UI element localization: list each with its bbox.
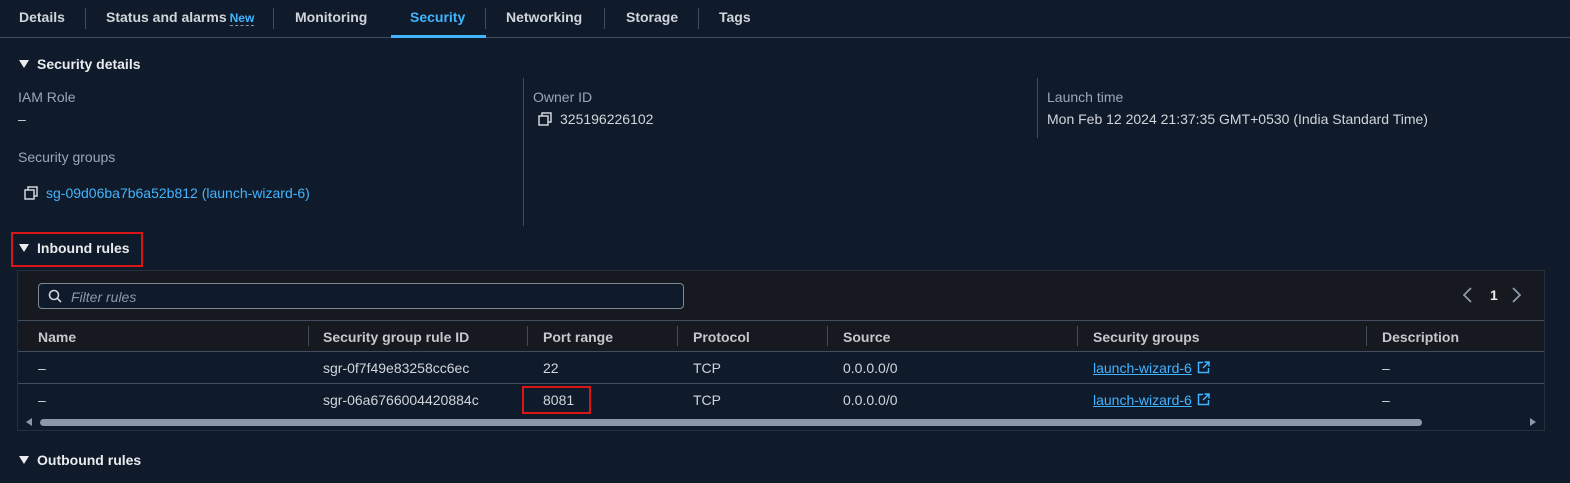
security-details-toggle[interactable]: Security details [19, 56, 141, 72]
tab-monitoring[interactable]: Monitoring [295, 0, 367, 37]
tab-tags[interactable]: Tags [719, 0, 751, 37]
tab-security[interactable]: Security [390, 0, 487, 38]
horizontal-scrollbar[interactable] [22, 416, 1540, 428]
scroll-left-arrow-icon[interactable] [26, 418, 32, 426]
table-row: – sgr-06a6766004420884c 8081 TCP 0.0.0.0… [18, 384, 1544, 416]
launch-time-value: Mon Feb 12 2024 21:37:35 GMT+0530 (India… [1047, 111, 1428, 127]
tab-status-and-alarms[interactable]: Status and alarms New [106, 0, 255, 37]
security-details-title: Security details [37, 56, 141, 72]
highlight-port-8081 [522, 386, 591, 414]
tab-networking[interactable]: Networking [506, 0, 582, 37]
caret-down-icon [19, 60, 29, 68]
column-resizer[interactable] [308, 326, 309, 346]
external-link-icon[interactable] [1197, 361, 1210, 374]
tab-storage[interactable]: Storage [626, 0, 678, 37]
iam-role-value: – [18, 111, 26, 127]
chevron-left-icon[interactable] [1460, 285, 1476, 305]
pagination: 1 [1460, 285, 1524, 305]
tab-details[interactable]: Details [19, 0, 65, 37]
cell-protocol: TCP [693, 360, 721, 376]
cell-security-groups: launch-wizard-6 [1093, 392, 1210, 408]
copy-icon[interactable] [24, 186, 38, 200]
tab-status-label: Status and alarms [106, 9, 227, 25]
cell-rule-id: sgr-06a6766004420884c [323, 392, 479, 408]
outbound-rules-toggle[interactable]: Outbound rules [19, 452, 141, 468]
inbound-rules-table: 1 Name Security group rule ID Port range… [17, 270, 1545, 431]
page-number[interactable]: 1 [1490, 287, 1498, 303]
cell-security-groups: launch-wizard-6 [1093, 360, 1210, 376]
security-group-link[interactable]: launch-wizard-6 [1093, 360, 1192, 376]
external-link-icon[interactable] [1197, 393, 1210, 406]
col-port-range[interactable]: Port range [543, 329, 613, 345]
tab-divider [698, 8, 699, 29]
security-groups-value: sg-09d06ba7b6a52b812 (launch-wizard-6) [24, 185, 310, 201]
cell-port-range: 22 [543, 360, 559, 376]
owner-id-text: 325196226102 [560, 111, 654, 127]
cell-name: – [38, 360, 46, 376]
column-divider [1037, 78, 1038, 138]
col-security-groups[interactable]: Security groups [1093, 329, 1200, 345]
col-name[interactable]: Name [38, 329, 76, 345]
cell-source: 0.0.0.0/0 [843, 360, 898, 376]
scroll-right-arrow-icon[interactable] [1530, 418, 1536, 426]
launch-time-label: Launch time [1047, 89, 1124, 105]
cell-description: – [1382, 392, 1390, 408]
tab-divider [273, 8, 274, 29]
column-resizer[interactable] [1366, 326, 1367, 346]
tab-divider [604, 8, 605, 29]
tab-divider [485, 8, 486, 29]
column-resizer[interactable] [1077, 326, 1078, 346]
col-protocol[interactable]: Protocol [693, 329, 750, 345]
cell-protocol: TCP [693, 392, 721, 408]
column-resizer[interactable] [827, 326, 828, 346]
cell-source: 0.0.0.0/0 [843, 392, 898, 408]
table-header: Name Security group rule ID Port range P… [18, 320, 1544, 352]
table-row: – sgr-0f7f49e83258cc6ec 22 TCP 0.0.0.0/0… [18, 352, 1544, 384]
column-divider [523, 78, 524, 226]
outbound-rules-title: Outbound rules [37, 452, 142, 468]
col-source[interactable]: Source [843, 329, 890, 345]
owner-id-label: Owner ID [533, 89, 593, 105]
column-resizer[interactable] [677, 326, 678, 346]
iam-role-label: IAM Role [18, 89, 76, 105]
caret-down-icon [19, 456, 29, 464]
filter-box[interactable] [38, 283, 684, 309]
cell-rule-id: sgr-0f7f49e83258cc6ec [323, 360, 470, 376]
table-toolbar: 1 [18, 271, 1544, 320]
new-badge: New [229, 11, 255, 26]
tab-divider [85, 8, 86, 29]
scrollbar-thumb[interactable] [40, 419, 1422, 426]
owner-id-value: 325196226102 [538, 111, 653, 127]
cell-name: – [38, 392, 46, 408]
column-resizer[interactable] [527, 326, 528, 346]
filter-rules-input[interactable] [69, 286, 673, 308]
security-groups-label: Security groups [18, 149, 116, 165]
search-icon [48, 289, 62, 303]
col-description[interactable]: Description [1382, 329, 1459, 345]
highlight-inbound-rules [11, 232, 143, 267]
chevron-right-icon[interactable] [1508, 285, 1524, 305]
col-rule-id[interactable]: Security group rule ID [323, 329, 469, 345]
cell-description: – [1382, 360, 1390, 376]
security-group-link[interactable]: launch-wizard-6 [1093, 392, 1192, 408]
tab-bar: Details Status and alarms New Monitoring … [0, 0, 1570, 38]
copy-icon[interactable] [538, 112, 552, 126]
security-group-link[interactable]: sg-09d06ba7b6a52b812 (launch-wizard-6) [46, 185, 310, 201]
